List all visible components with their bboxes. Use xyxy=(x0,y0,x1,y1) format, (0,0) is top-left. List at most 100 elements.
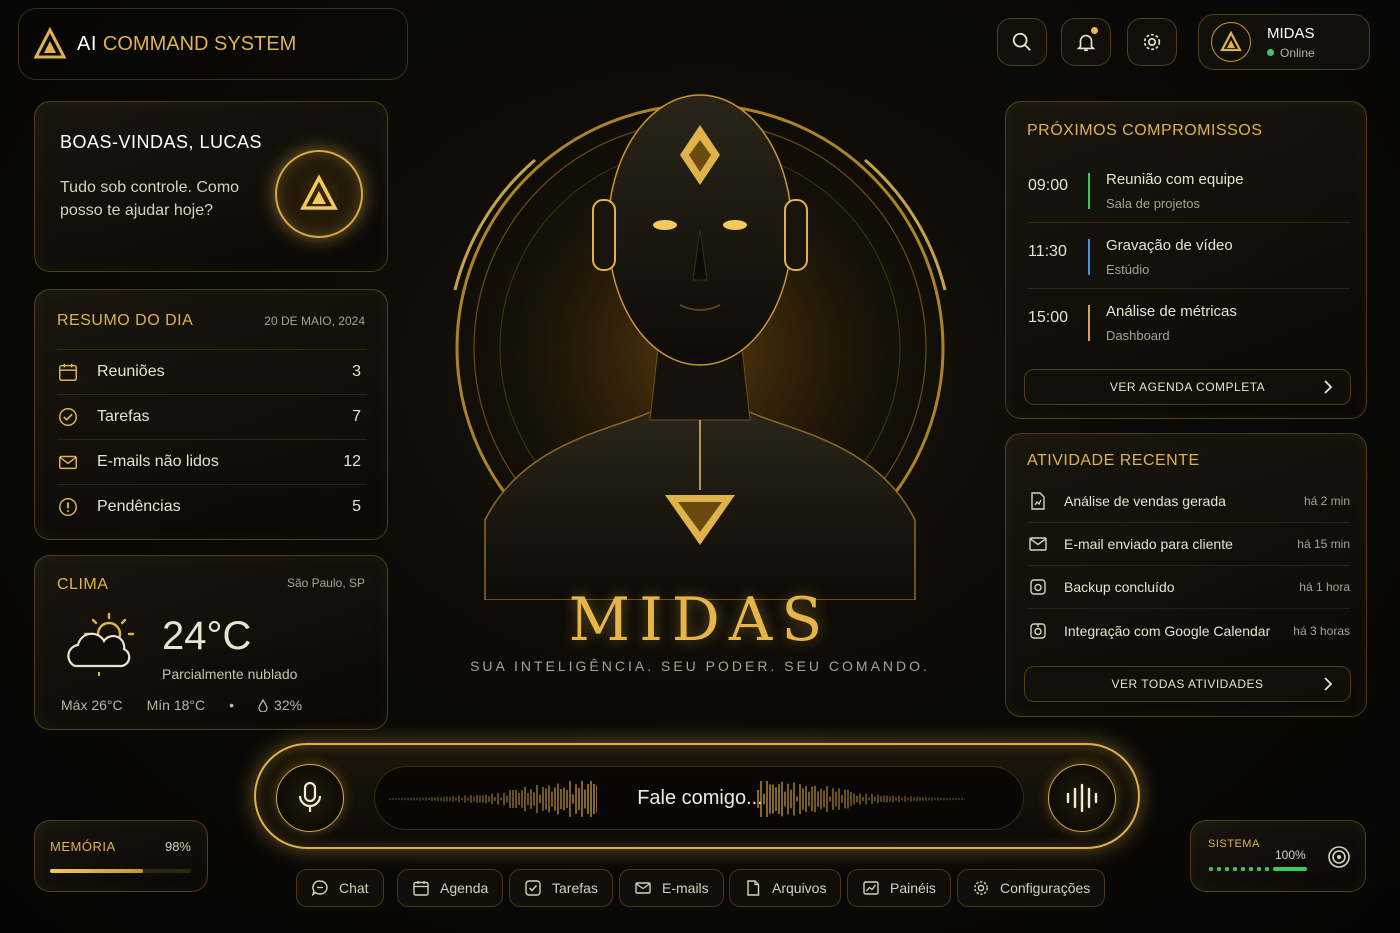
agenda-title: PRÓXIMOS COMPROMISSOS xyxy=(1027,122,1263,139)
logo-icon xyxy=(33,27,67,59)
weather-max: Máx 26°C xyxy=(61,697,123,713)
assistant-orb[interactable] xyxy=(275,150,363,238)
activity-text: Análise de vendas gerada xyxy=(1064,493,1226,509)
welcome-title: BOAS-VINDAS, LUCAS xyxy=(60,132,263,152)
appointment-location: Sala de projetos xyxy=(1106,196,1200,211)
activity-time: há 2 min xyxy=(1303,494,1350,508)
midas-avatar-illustration xyxy=(450,94,950,600)
integration-icon xyxy=(1030,622,1046,639)
file-icon xyxy=(747,880,760,896)
calendar-icon xyxy=(413,881,429,896)
activity-text: E-mail enviado para cliente xyxy=(1064,536,1233,552)
dock-label: Agenda xyxy=(440,880,489,896)
waveform-right xyxy=(757,781,965,817)
partly-cloudy-icon xyxy=(67,612,135,676)
summary-row[interactable]: Tarefas 7 xyxy=(57,394,367,439)
summary-value: 3 xyxy=(352,363,361,380)
activity-time: há 1 hora xyxy=(1299,580,1350,594)
activity-item[interactable]: Integração com Google Calendar há 3 hora… xyxy=(1028,609,1350,652)
memory-panel: MEMÓRIA 98% xyxy=(34,820,208,892)
weather-description: Parcialmente nublado xyxy=(162,666,298,682)
appointment-color-bar xyxy=(1088,305,1090,341)
dock-panels-button[interactable]: Painéis xyxy=(847,869,951,907)
summary-label: E-mails não lidos xyxy=(97,453,219,470)
gear-icon xyxy=(974,881,988,895)
view-full-agenda-button[interactable]: VER AGENDA COMPLETA xyxy=(1024,369,1351,405)
appointment-time: 11:30 xyxy=(1028,243,1067,260)
logo-icon xyxy=(1220,30,1242,52)
system-label: SISTEMA xyxy=(1208,838,1260,850)
droplet-icon xyxy=(258,698,268,712)
target-icon[interactable] xyxy=(1327,845,1351,869)
assistant-subtitle: SUA INTELIGÊNCIA. SEU PODER. SEU COMANDO… xyxy=(470,658,930,674)
activity-item[interactable]: Backup concluído há 1 hora xyxy=(1028,566,1350,609)
activity-item[interactable]: E-mail enviado para cliente há 15 min xyxy=(1028,523,1350,566)
dock-label: Painéis xyxy=(890,880,936,896)
file-chart-icon xyxy=(1031,492,1045,510)
view-full-agenda-label: VER AGENDA COMPLETA xyxy=(1109,380,1266,394)
user-status: Online xyxy=(1267,46,1315,60)
alert-icon xyxy=(59,498,77,516)
dock-agenda-button[interactable]: Agenda xyxy=(397,869,504,907)
dock-chat-button[interactable]: Chat xyxy=(296,869,384,907)
dock-label: Configurações xyxy=(1000,880,1091,896)
memory-value: 98% xyxy=(164,839,191,854)
backup-icon xyxy=(1030,579,1046,595)
dock-label: E-mails xyxy=(662,880,709,896)
activity-item[interactable]: Análise de vendas gerada há 2 min xyxy=(1028,480,1350,523)
dock-files-button[interactable]: Arquivos xyxy=(729,869,842,907)
view-all-activities-button[interactable]: VER TODAS ATIVIDADES xyxy=(1024,666,1351,702)
appointment-color-bar xyxy=(1088,239,1090,275)
dock-settings-button[interactable]: Configurações xyxy=(957,869,1106,907)
user-status-label: Online xyxy=(1280,45,1315,60)
brand-title: COMMAND SYSTEM xyxy=(102,32,297,55)
check-square-icon xyxy=(525,880,541,896)
chevron-right-icon xyxy=(1324,380,1333,394)
system-status-panel: SISTEMA 100% xyxy=(1190,820,1366,892)
memory-label: MEMÓRIA xyxy=(50,839,116,854)
chevron-right-icon xyxy=(1324,677,1333,691)
system-value: 100% xyxy=(1275,848,1306,862)
upcoming-appointments-panel: PRÓXIMOS COMPROMISSOS 09:00 Reunião com … xyxy=(1005,101,1367,419)
activity-title: ATIVIDADE RECENTE xyxy=(1027,452,1200,469)
dock-tasks-button[interactable]: Tarefas xyxy=(509,869,613,907)
summary-row[interactable]: Pendências 5 xyxy=(57,484,367,529)
summary-row[interactable]: Reuniões 3 xyxy=(57,349,367,394)
activity-text: Backup concluído xyxy=(1064,579,1175,595)
settings-button[interactable] xyxy=(1127,18,1177,66)
appointment-title: Análise de métricas xyxy=(1106,303,1237,320)
dock-emails-button[interactable]: E-mails xyxy=(619,869,724,907)
weather-humidity-value: 32% xyxy=(274,697,303,713)
appointment-item[interactable]: 11:30 Gravação de vídeo Estúdio xyxy=(1028,223,1350,289)
voice-prompt-field[interactable]: Fale comigo... xyxy=(374,766,1024,830)
avatar xyxy=(1211,22,1251,62)
sound-wave-icon xyxy=(1066,783,1098,813)
weather-min: Mín 18°C xyxy=(146,697,206,713)
appointment-item[interactable]: 15:00 Análise de métricas Dashboard xyxy=(1028,289,1350,355)
brand-ai: AI xyxy=(77,32,97,55)
view-all-activities-label: VER TODAS ATIVIDADES xyxy=(1111,677,1264,691)
summary-label: Reuniões xyxy=(97,363,165,380)
summary-row[interactable]: E-mails não lidos 12 xyxy=(57,439,367,484)
microphone-button[interactable] xyxy=(276,764,344,832)
summary-label: Pendências xyxy=(97,498,181,515)
summary-title: RESUMO DO DIA xyxy=(57,312,194,329)
activity-text: Integração com Google Calendar xyxy=(1064,622,1271,639)
weather-location: São Paulo, SP xyxy=(286,576,365,590)
chart-icon xyxy=(863,881,879,895)
user-profile[interactable]: MIDAS Online xyxy=(1198,14,1370,70)
summary-date: 20 DE MAIO, 2024 xyxy=(264,314,365,328)
audio-wave-button[interactable] xyxy=(1048,764,1116,832)
mail-icon xyxy=(635,882,651,894)
search-button[interactable] xyxy=(997,18,1047,66)
weather-temperature: 24°C xyxy=(162,614,252,658)
notification-dot xyxy=(1091,27,1098,34)
mail-icon xyxy=(59,455,77,470)
bell-icon xyxy=(1076,34,1096,52)
weather-humidity: 32% xyxy=(258,697,302,713)
memory-bar-fill xyxy=(50,869,144,873)
assistant-title: MIDAS xyxy=(568,585,832,655)
gear-icon xyxy=(1143,33,1161,51)
notifications-button[interactable] xyxy=(1061,18,1111,66)
appointment-item[interactable]: 09:00 Reunião com equipe Sala de projeto… xyxy=(1028,157,1350,223)
